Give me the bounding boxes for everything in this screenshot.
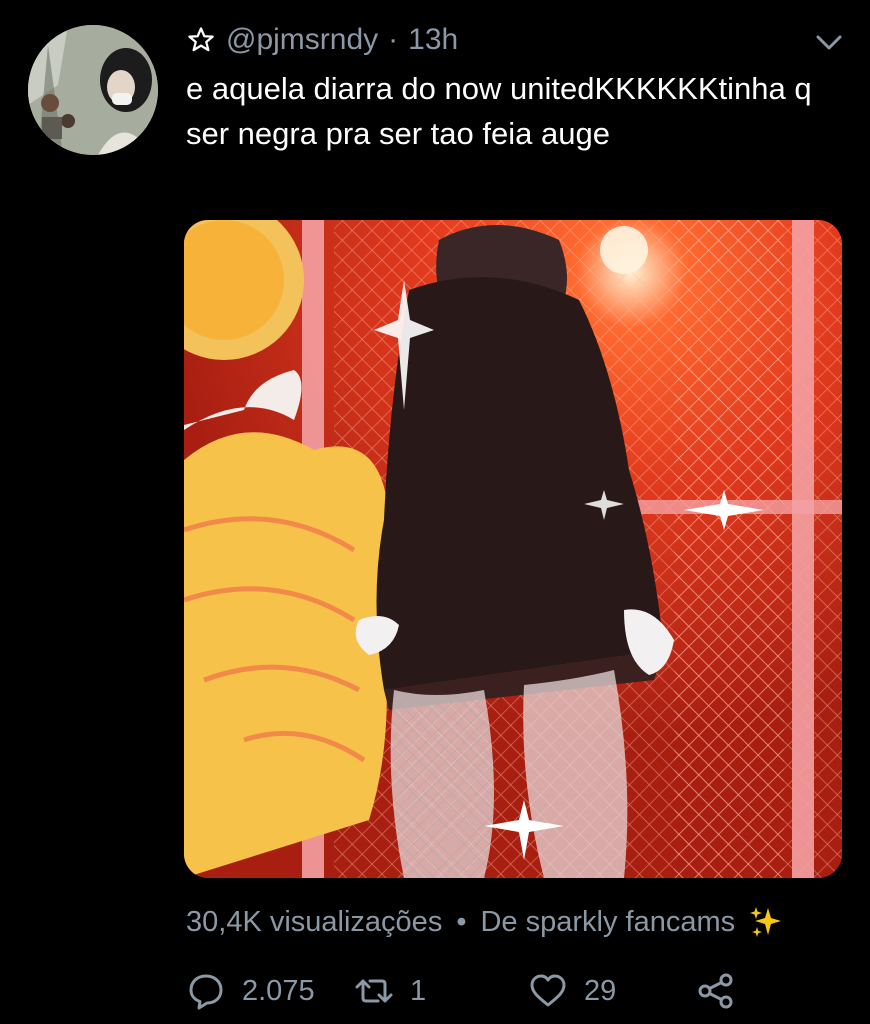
reply-count: 2.075: [242, 974, 315, 1007]
header-separator: ·: [388, 23, 399, 56]
retweet-icon: [355, 979, 393, 1003]
media-video[interactable]: [184, 220, 842, 878]
tweet-meta: 30,4K visualizações • De sparkly fancams: [186, 900, 783, 944]
retweet-count: 1: [410, 974, 427, 1007]
retweet-button[interactable]: 1: [354, 966, 426, 1016]
like-button[interactable]: 29: [528, 966, 616, 1016]
star-outline-icon[interactable]: [186, 25, 216, 55]
avatar[interactable]: [28, 25, 158, 155]
tweet-header: @pjmsrndy · 13h: [186, 20, 458, 60]
tweet-text: e aquela diarra do now unitedKKKKKKtinha…: [186, 71, 821, 151]
chevron-down-icon[interactable]: [814, 30, 844, 56]
meta-separator: •: [456, 905, 467, 938]
tweet: @pjmsrndy · 13h e aquela diarra do now u…: [0, 0, 870, 1024]
heart-icon: [530, 974, 566, 1007]
view-count: 30,4K visualizações: [186, 905, 443, 938]
username[interactable]: @pjmsrndy: [226, 23, 378, 57]
speech-bubble-icon: [189, 974, 223, 1010]
share-icon: [698, 973, 733, 1009]
timestamp[interactable]: 13h: [408, 23, 458, 57]
sparkles-icon: [750, 907, 782, 937]
like-count: 29: [584, 974, 617, 1007]
share-button[interactable]: [696, 966, 736, 1016]
source-label[interactable]: De sparkly fancams: [480, 906, 735, 939]
reply-button[interactable]: 2.075: [186, 966, 315, 1016]
action-bar: 2.075 1 29: [186, 966, 846, 1016]
